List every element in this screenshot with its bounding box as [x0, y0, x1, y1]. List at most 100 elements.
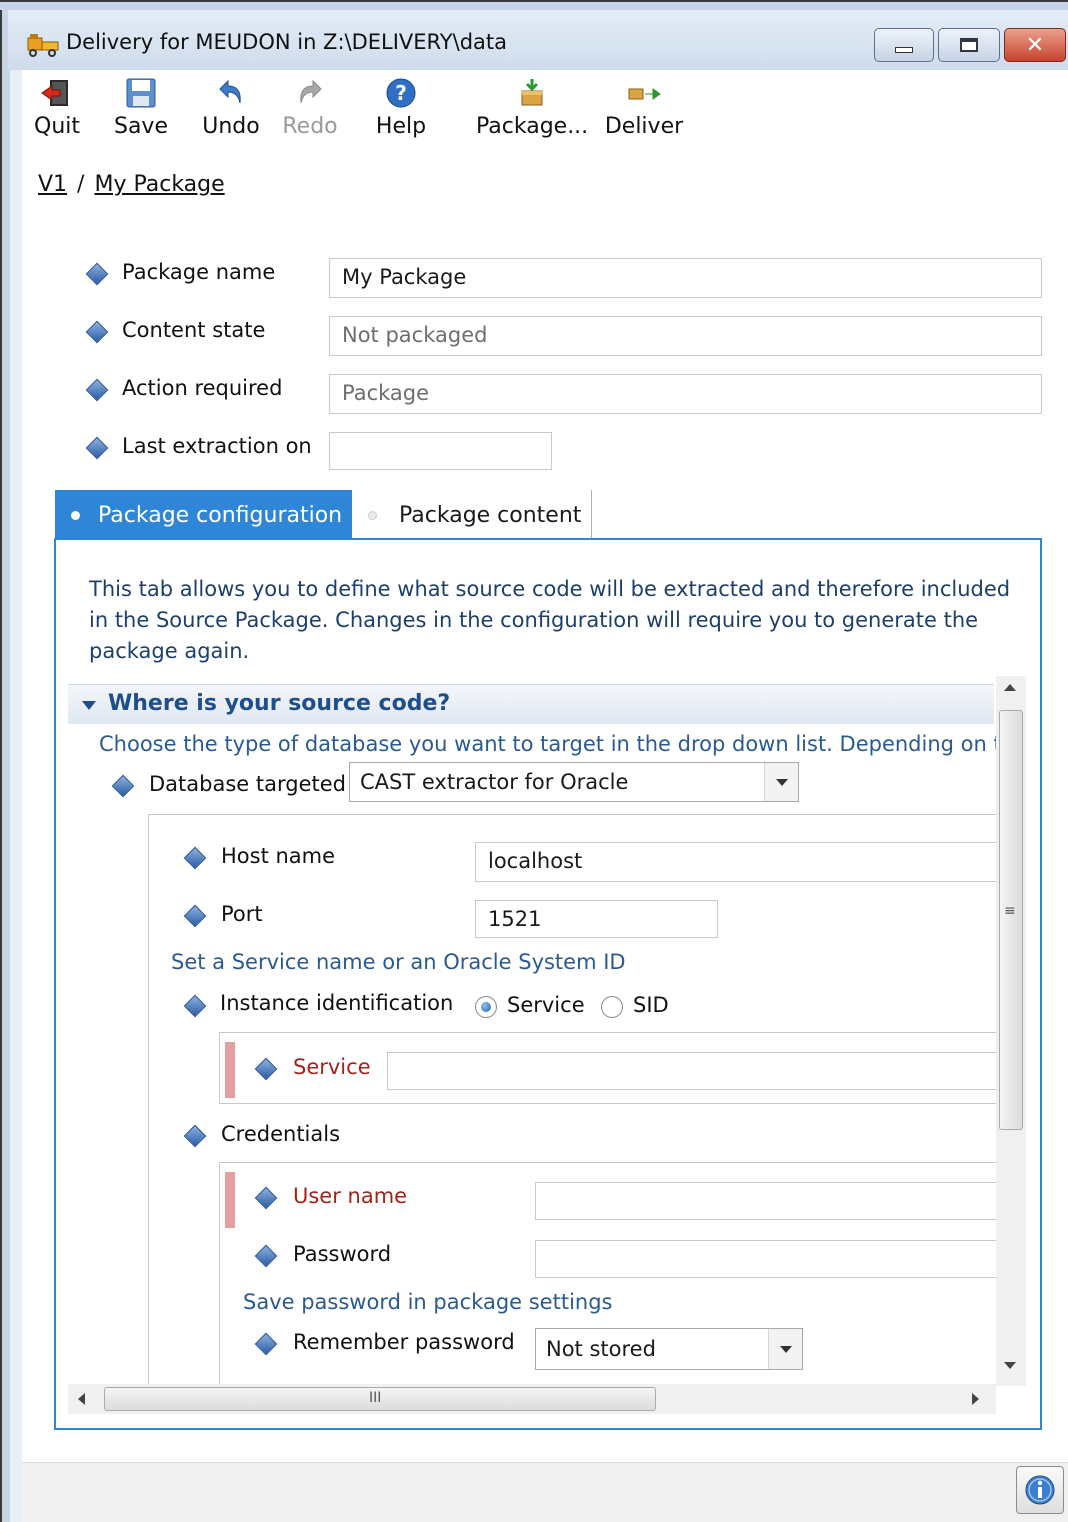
- service-hint: Set a Service name or an Oracle System I…: [171, 950, 626, 974]
- user-name-label: User name: [293, 1184, 408, 1208]
- action-required-label: Action required: [122, 376, 283, 400]
- service-radio-label[interactable]: Service: [507, 993, 585, 1017]
- grip-icon: ≡: [1004, 903, 1016, 919]
- section-hint: Choose the type of database you want to …: [99, 732, 996, 756]
- field-marker-icon: [85, 320, 109, 344]
- minimize-icon: [895, 47, 913, 53]
- package-name-input[interactable]: My Package: [329, 258, 1042, 298]
- undo-button[interactable]: Undo: [200, 74, 262, 139]
- scroll-down-icon[interactable]: [1004, 1362, 1016, 1369]
- field-marker-icon: [85, 436, 109, 460]
- scroll-up-icon[interactable]: [1004, 684, 1016, 691]
- tab-inactive-dot-icon: [368, 510, 377, 520]
- quit-button[interactable]: Quit: [30, 74, 84, 139]
- breadcrumb-current-link[interactable]: My Package: [94, 172, 224, 197]
- tab-label: Package configuration: [98, 502, 343, 528]
- database-targeted-value: CAST extractor for Oracle: [360, 770, 629, 794]
- password-label: Password: [293, 1242, 392, 1266]
- vertical-scrollbar[interactable]: ≡: [996, 676, 1026, 1386]
- info-icon: [1025, 1475, 1055, 1505]
- package-name-label: Package name: [122, 260, 276, 284]
- service-radio[interactable]: [475, 996, 497, 1018]
- package-box-icon: [521, 79, 543, 106]
- section-header-source-code[interactable]: Where is your source code?: [68, 684, 994, 724]
- database-targeted-label: Database targeted: [149, 772, 346, 796]
- last-extraction-field: [329, 432, 552, 470]
- credentials-label: Credentials: [221, 1122, 341, 1146]
- maximize-icon: [960, 38, 978, 52]
- service-input[interactable]: [387, 1052, 996, 1090]
- host-name-input[interactable]: localhost: [475, 842, 996, 882]
- required-marker: [225, 1042, 235, 1098]
- grip-icon: III: [369, 1390, 382, 1406]
- redo-button[interactable]: Redo: [280, 74, 340, 139]
- collapse-triangle-icon: [82, 701, 96, 710]
- exit-door-icon: [41, 80, 68, 106]
- breadcrumb-root-link[interactable]: V1: [38, 172, 67, 197]
- tab-label: Package content: [399, 502, 582, 528]
- package-label: Package...: [476, 114, 589, 139]
- content-state-label: Content state: [122, 318, 266, 342]
- save-button[interactable]: Save: [112, 74, 170, 139]
- config-scroll-area: Where is your source code? Choose the ty…: [68, 676, 996, 1384]
- quit-label: Quit: [34, 114, 80, 139]
- service-label: Service: [293, 1055, 371, 1079]
- scroll-right-icon[interactable]: [972, 1393, 979, 1405]
- last-extraction-label: Last extraction on: [122, 434, 312, 458]
- vertical-scroll-thumb[interactable]: ≡: [999, 710, 1023, 1130]
- breadcrumb-separator: /: [77, 172, 85, 197]
- host-name-label: Host name: [221, 844, 336, 868]
- remember-password-label: Remember password: [293, 1330, 515, 1354]
- sid-radio[interactable]: [601, 996, 623, 1018]
- instance-identification-label: Instance identification: [220, 991, 454, 1015]
- field-marker-icon: [111, 774, 135, 798]
- package-button[interactable]: Package...: [476, 74, 588, 139]
- field-marker-icon: [85, 262, 109, 286]
- sid-radio-label[interactable]: SID: [633, 993, 669, 1017]
- close-icon: ✕: [1025, 32, 1045, 58]
- window-frame-top: [0, 0, 1068, 10]
- horizontal-scroll-thumb[interactable]: III: [104, 1387, 656, 1411]
- user-name-input[interactable]: [535, 1182, 996, 1220]
- undo-label: Undo: [202, 114, 260, 139]
- help-question-icon: ?: [386, 78, 416, 108]
- tab-active-dot-icon: [71, 510, 80, 520]
- help-button[interactable]: ? Help: [372, 74, 430, 139]
- content-state-field: Not packaged: [329, 316, 1042, 356]
- scroll-left-icon[interactable]: [78, 1393, 85, 1405]
- tab-package-content[interactable]: Package content: [352, 490, 592, 540]
- tab-package-configuration[interactable]: Package configuration: [55, 490, 352, 540]
- close-button[interactable]: ✕: [1004, 28, 1066, 62]
- section-title: Where is your source code?: [108, 691, 451, 716]
- password-hint: Save password in package settings: [243, 1290, 613, 1314]
- chevron-down-icon: [768, 1329, 802, 1369]
- horizontal-scrollbar[interactable]: III: [68, 1384, 996, 1414]
- window-frame-left: [0, 0, 22, 1522]
- port-input[interactable]: 1521: [475, 900, 718, 938]
- action-required-field: Package: [329, 374, 1042, 414]
- port-label: Port: [221, 902, 263, 926]
- field-marker-icon: [85, 378, 109, 402]
- undo-arrow-icon: [219, 79, 241, 104]
- database-targeted-select[interactable]: CAST extractor for Oracle: [349, 762, 799, 802]
- help-label: Help: [375, 114, 427, 139]
- deliver-button[interactable]: Deliver: [604, 74, 684, 139]
- tab-intro-text: This tab allows you to define what sourc…: [89, 577, 1011, 663]
- breadcrumb: V1 / My Package: [38, 172, 225, 197]
- info-button[interactable]: [1016, 1466, 1064, 1514]
- minimize-button[interactable]: [874, 28, 934, 62]
- chevron-down-icon: [764, 763, 798, 801]
- required-marker: [225, 1172, 235, 1228]
- save-label: Save: [113, 114, 168, 139]
- maximize-button[interactable]: [938, 28, 1000, 62]
- redo-label: Redo: [282, 114, 338, 139]
- password-input[interactable]: [535, 1240, 996, 1278]
- remember-password-value: Not stored: [546, 1337, 656, 1361]
- status-bar: [22, 1462, 1068, 1522]
- truck-icon: [27, 34, 59, 57]
- svg-text:?: ?: [395, 81, 407, 105]
- deliver-arrow-icon: [628, 88, 661, 100]
- window-title: Delivery for MEUDON in Z:\DELIVERY\data: [66, 30, 508, 54]
- remember-password-select[interactable]: Not stored: [535, 1328, 803, 1370]
- redo-arrow-icon: [300, 79, 322, 104]
